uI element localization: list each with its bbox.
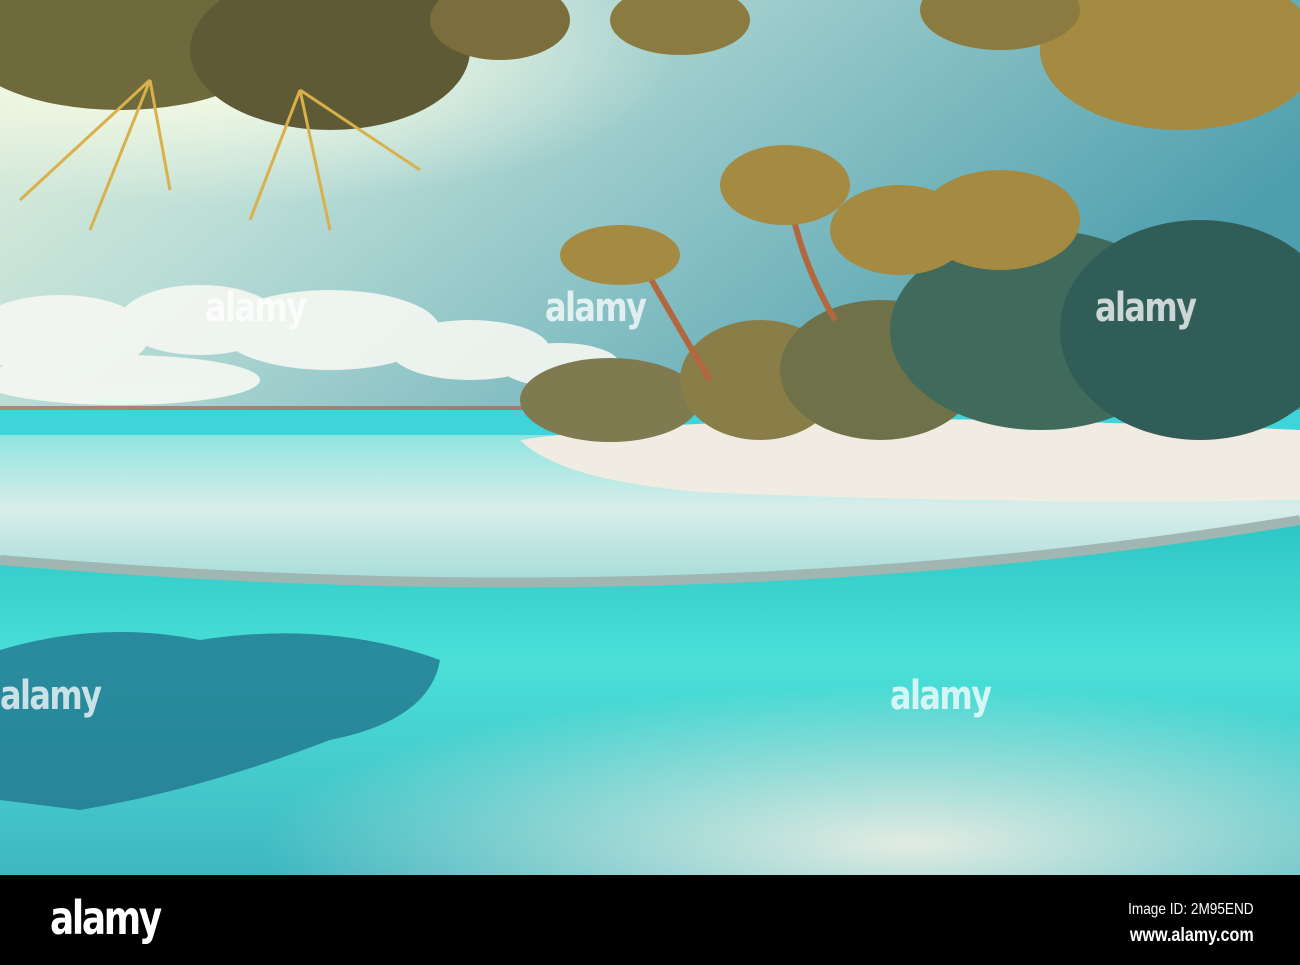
footer-bar: alamy Image ID: 2M95END www.alamy.com bbox=[0, 875, 1300, 965]
stock-photo: alamy alamy alamy alamy alamy alamy Imag… bbox=[0, 0, 1300, 965]
watermark: alamy bbox=[0, 673, 102, 719]
image-id: Image ID: 2M95END bbox=[1128, 901, 1254, 918]
watermark: alamy bbox=[205, 285, 307, 331]
watermark: alamy bbox=[890, 673, 992, 719]
watermark: alamy bbox=[545, 285, 647, 331]
alamy-logo: alamy bbox=[50, 891, 162, 945]
website-link: www.alamy.com bbox=[1130, 925, 1254, 946]
tropical-beach-photo bbox=[0, 0, 1300, 875]
watermark: alamy bbox=[1095, 285, 1197, 331]
